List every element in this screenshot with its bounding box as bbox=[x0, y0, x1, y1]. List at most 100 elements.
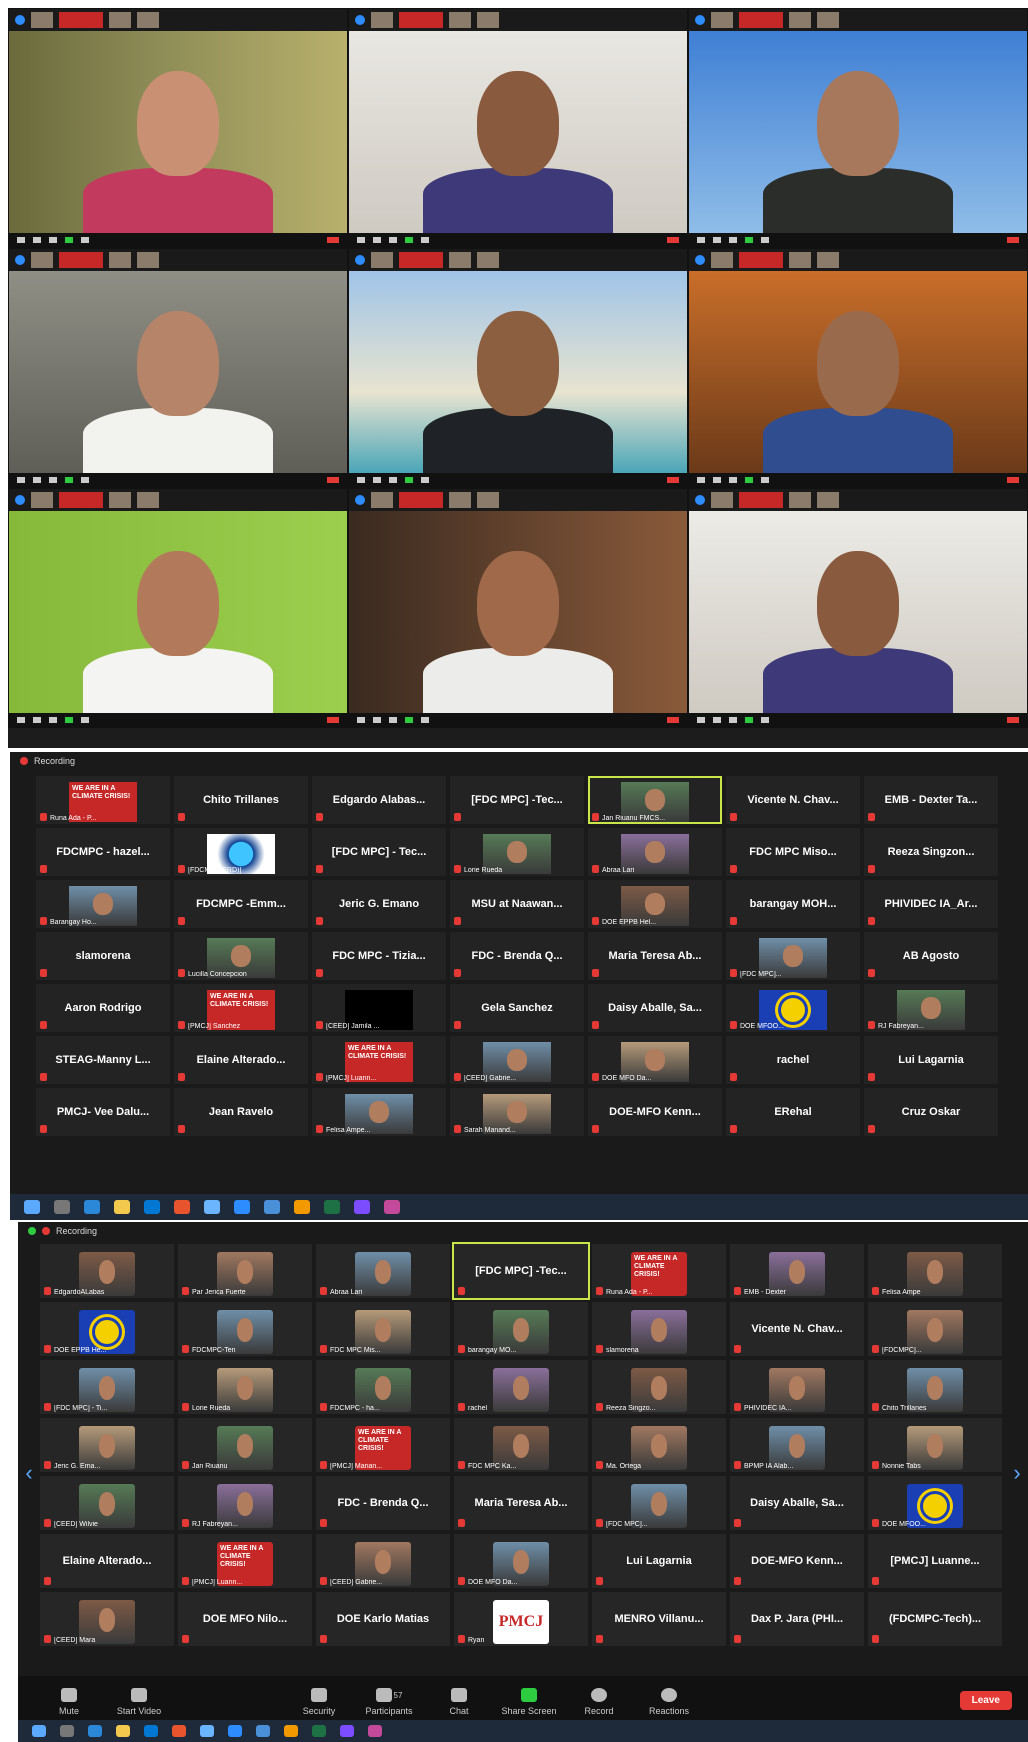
participant-tile[interactable]: WE ARE IN A CLIMATE CRISIS! [PMCJ] Luann.… bbox=[312, 1036, 446, 1084]
participant-tile[interactable]: FDC MPC Mis... bbox=[316, 1302, 450, 1356]
chat-button[interactable]: Chat bbox=[424, 1688, 494, 1716]
premiere-icon[interactable] bbox=[354, 1200, 370, 1214]
excel-icon[interactable] bbox=[324, 1200, 340, 1214]
participant-tile[interactable]: Aaron Rodrigo bbox=[36, 984, 170, 1032]
participant-tile[interactable]: Lorie Rueda bbox=[178, 1360, 312, 1414]
participant-tile[interactable]: [CEED] Gabrie... bbox=[450, 1036, 584, 1084]
start-video-button[interactable]: Start Video bbox=[104, 1688, 174, 1716]
participant-tile[interactable]: Jan Riuanu FMCS... bbox=[588, 776, 722, 824]
participant-tile[interactable]: barangay MOH... bbox=[726, 880, 860, 928]
participant-tile[interactable]: Dax P. Jara (PHI... bbox=[730, 1592, 864, 1646]
participant-tile[interactable]: RJ Fabreyan... bbox=[864, 984, 998, 1032]
participant-tile[interactable]: DOE MFO Da... bbox=[454, 1534, 588, 1588]
participant-tile[interactable]: Abraa Lari bbox=[588, 828, 722, 876]
participant-tile[interactable]: [FDC MPC] - Ti... bbox=[40, 1360, 174, 1414]
next-page-arrow-icon[interactable]: › bbox=[1010, 1460, 1024, 1486]
participant-tile[interactable]: FDC - Brenda Q... bbox=[450, 932, 584, 980]
vlc-icon[interactable] bbox=[284, 1725, 298, 1737]
outlook-icon[interactable] bbox=[144, 1200, 160, 1214]
participant-tile[interactable]: FDC MPC - Tizia... bbox=[312, 932, 446, 980]
participant-tile[interactable]: PMCJ- Vee Dalu... bbox=[36, 1088, 170, 1136]
participant-tile[interactable]: FDC MPC Ka... bbox=[454, 1418, 588, 1472]
edge-icon[interactable] bbox=[84, 1200, 100, 1214]
participant-tile[interactable]: Maria Teresa Ab... bbox=[588, 932, 722, 980]
participant-tile[interactable]: EMB - Dexter Ta... bbox=[864, 776, 998, 824]
vlc-icon[interactable] bbox=[294, 1200, 310, 1214]
participant-tile[interactable]: Daisy Aballe, Sa... bbox=[588, 984, 722, 1032]
app-icon[interactable] bbox=[204, 1200, 220, 1214]
outlook-icon[interactable] bbox=[144, 1725, 158, 1737]
participant-tile[interactable]: Jeric G. Emano bbox=[312, 880, 446, 928]
participant-tile[interactable]: [FDC MPC]... bbox=[592, 1476, 726, 1530]
participant-tile[interactable]: [FDC MPC]... bbox=[726, 932, 860, 980]
participant-tile[interactable]: Edgardo Alabas... bbox=[312, 776, 446, 824]
zoom-icon[interactable] bbox=[228, 1725, 242, 1737]
participant-tile[interactable]: WE ARE IN A CLIMATE CRISIS! [PMCJ] Marian… bbox=[316, 1418, 450, 1472]
previous-page-arrow-icon[interactable]: ‹ bbox=[22, 1460, 36, 1486]
participant-tile[interactable]: FDCMPC - hazel... bbox=[36, 828, 170, 876]
participant-tile[interactable]: [PMCJ] Luanne... bbox=[868, 1534, 1002, 1588]
edge-icon[interactable] bbox=[88, 1725, 102, 1737]
chrome-icon[interactable] bbox=[174, 1200, 190, 1214]
participant-tile[interactable]: RJ Fabreyan... bbox=[178, 1476, 312, 1530]
teams-icon[interactable] bbox=[384, 1200, 400, 1214]
windows-start-icon[interactable] bbox=[32, 1725, 46, 1737]
premiere-icon[interactable] bbox=[340, 1725, 354, 1737]
participant-tile[interactable]: Felisa Ampe bbox=[868, 1244, 1002, 1298]
windows-start-icon[interactable] bbox=[24, 1200, 40, 1214]
excel-icon[interactable] bbox=[312, 1725, 326, 1737]
participant-tile[interactable]: DOE-MFO Kenn... bbox=[588, 1088, 722, 1136]
participant-tile[interactable]: [CEED] Gabrie... bbox=[316, 1534, 450, 1588]
participant-tile[interactable]: slamorena bbox=[592, 1302, 726, 1356]
participant-tile[interactable]: slamorena bbox=[36, 932, 170, 980]
participant-tile[interactable]: FDC - Brenda Q... bbox=[316, 1476, 450, 1530]
participant-tile[interactable]: [FDC MPC] -Tec... bbox=[452, 1242, 590, 1300]
participant-tile[interactable]: [FDCMPC]... bbox=[868, 1302, 1002, 1356]
participant-tile[interactable]: DOE-MFO Kenn... bbox=[730, 1534, 864, 1588]
participant-tile[interactable]: Maria Teresa Ab... bbox=[454, 1476, 588, 1530]
participant-tile[interactable]: [FDCMPC(ERD)] bbox=[174, 828, 308, 876]
file-explorer-icon[interactable] bbox=[116, 1725, 130, 1737]
participant-tile[interactable]: Par Jerica Fuerte bbox=[178, 1244, 312, 1298]
participant-tile[interactable]: Daisy Aballe, Sa... bbox=[730, 1476, 864, 1530]
participant-tile[interactable]: ERehal bbox=[726, 1088, 860, 1136]
participant-tile[interactable]: Jean Ravelo bbox=[174, 1088, 308, 1136]
participant-tile[interactable]: Lui Lagarnia bbox=[864, 1036, 998, 1084]
participant-tile[interactable]: Felisa Ampe... bbox=[312, 1088, 446, 1136]
app-icon[interactable] bbox=[200, 1725, 214, 1737]
participant-tile[interactable]: [CEED] Mara bbox=[40, 1592, 174, 1646]
participant-tile[interactable]: DOE MFO Da... bbox=[588, 1036, 722, 1084]
participant-tile[interactable]: Gela Sanchez bbox=[450, 984, 584, 1032]
participant-tile[interactable]: (FDCMPC-Tech)... bbox=[868, 1592, 1002, 1646]
participant-tile[interactable]: Cruz Oskar bbox=[864, 1088, 998, 1136]
chrome-icon[interactable] bbox=[172, 1725, 186, 1737]
participant-tile[interactable]: [FDC MPC] -Tec... bbox=[450, 776, 584, 824]
share-screen-button[interactable]: Share Screen bbox=[494, 1688, 564, 1716]
security-button[interactable]: Security bbox=[284, 1688, 354, 1716]
participant-tile[interactable]: FDCMPC-Ten bbox=[178, 1302, 312, 1356]
participant-tile[interactable]: Lucilla Concepcion bbox=[174, 932, 308, 980]
participant-tile[interactable]: FDCMPC -Emm... bbox=[174, 880, 308, 928]
participant-tile[interactable]: WE ARE IN A CLIMATE CRISIS! [PMCJ] Sanche… bbox=[174, 984, 308, 1032]
photos-icon[interactable] bbox=[256, 1725, 270, 1737]
participant-tile[interactable]: barangay MO... bbox=[454, 1302, 588, 1356]
participant-tile[interactable]: DOE MFO Nilo... bbox=[178, 1592, 312, 1646]
participant-tile[interactable]: AB Agosto bbox=[864, 932, 998, 980]
participant-tile[interactable]: Elaine Alterado... bbox=[174, 1036, 308, 1084]
participant-tile[interactable]: MENRO Villanu... bbox=[592, 1592, 726, 1646]
file-explorer-icon[interactable] bbox=[114, 1200, 130, 1214]
zoom-icon[interactable] bbox=[234, 1200, 250, 1214]
participant-tile[interactable]: Reeza Singzo... bbox=[592, 1360, 726, 1414]
participant-tile[interactable]: FDCMPC - ha... bbox=[316, 1360, 450, 1414]
mute-button[interactable]: Mute bbox=[34, 1688, 104, 1716]
participant-tile[interactable]: WE ARE IN A CLIMATE CRISIS! [PMCJ] Luann.… bbox=[178, 1534, 312, 1588]
participant-tile[interactable]: rachel bbox=[726, 1036, 860, 1084]
participant-tile[interactable]: Reeza Singzon... bbox=[864, 828, 998, 876]
participant-tile[interactable]: DOE EPPB He... bbox=[40, 1302, 174, 1356]
participant-tile[interactable]: [CEED] Jamila ... bbox=[312, 984, 446, 1032]
participant-tile[interactable]: Lui Lagarnia bbox=[592, 1534, 726, 1588]
participant-tile[interactable]: Jeric G. Ema... bbox=[40, 1418, 174, 1472]
participant-tile[interactable]: Elaine Alterado... bbox=[40, 1534, 174, 1588]
participant-tile[interactable]: DOE Karlo Matias bbox=[316, 1592, 450, 1646]
participant-tile[interactable]: PHIVIDEC IA_Ar... bbox=[864, 880, 998, 928]
